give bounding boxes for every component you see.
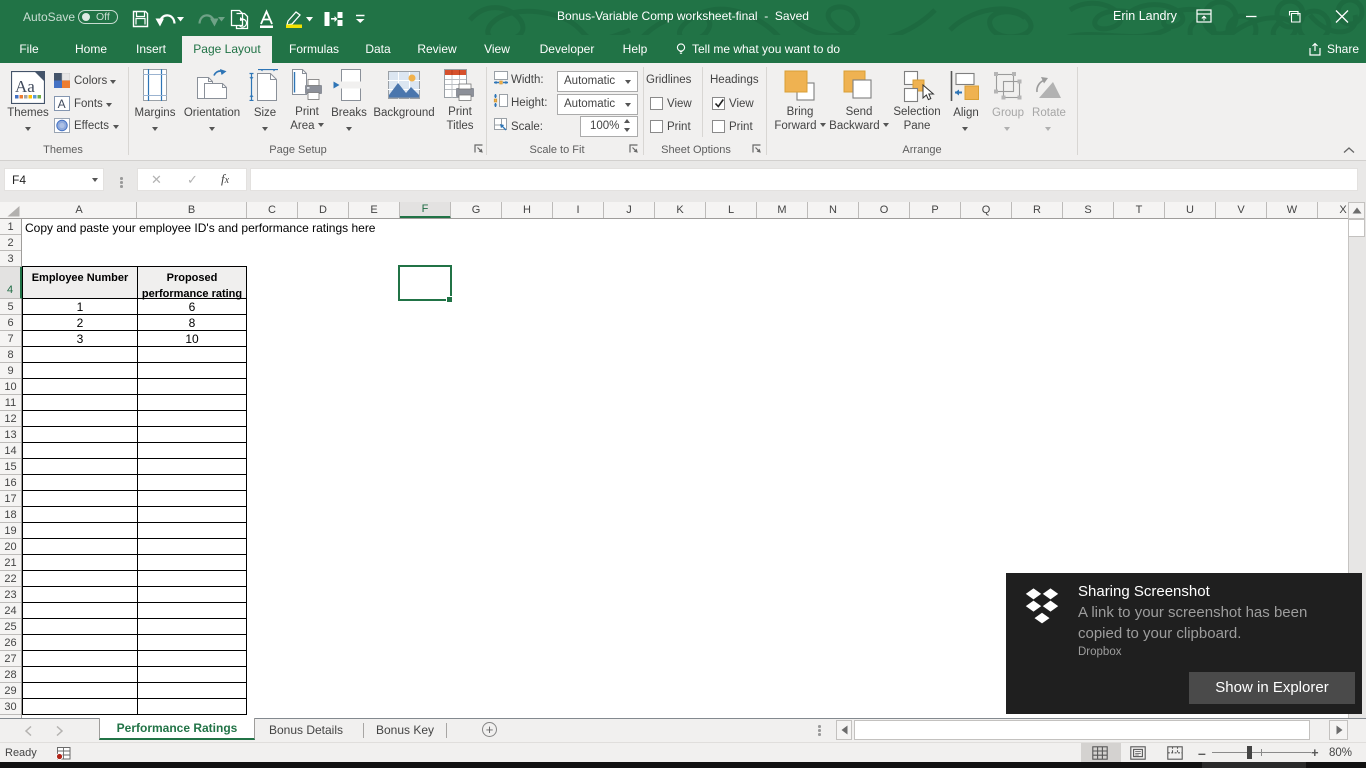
svg-text:Aa: Aa (15, 77, 35, 96)
svg-text:A: A (58, 97, 66, 111)
